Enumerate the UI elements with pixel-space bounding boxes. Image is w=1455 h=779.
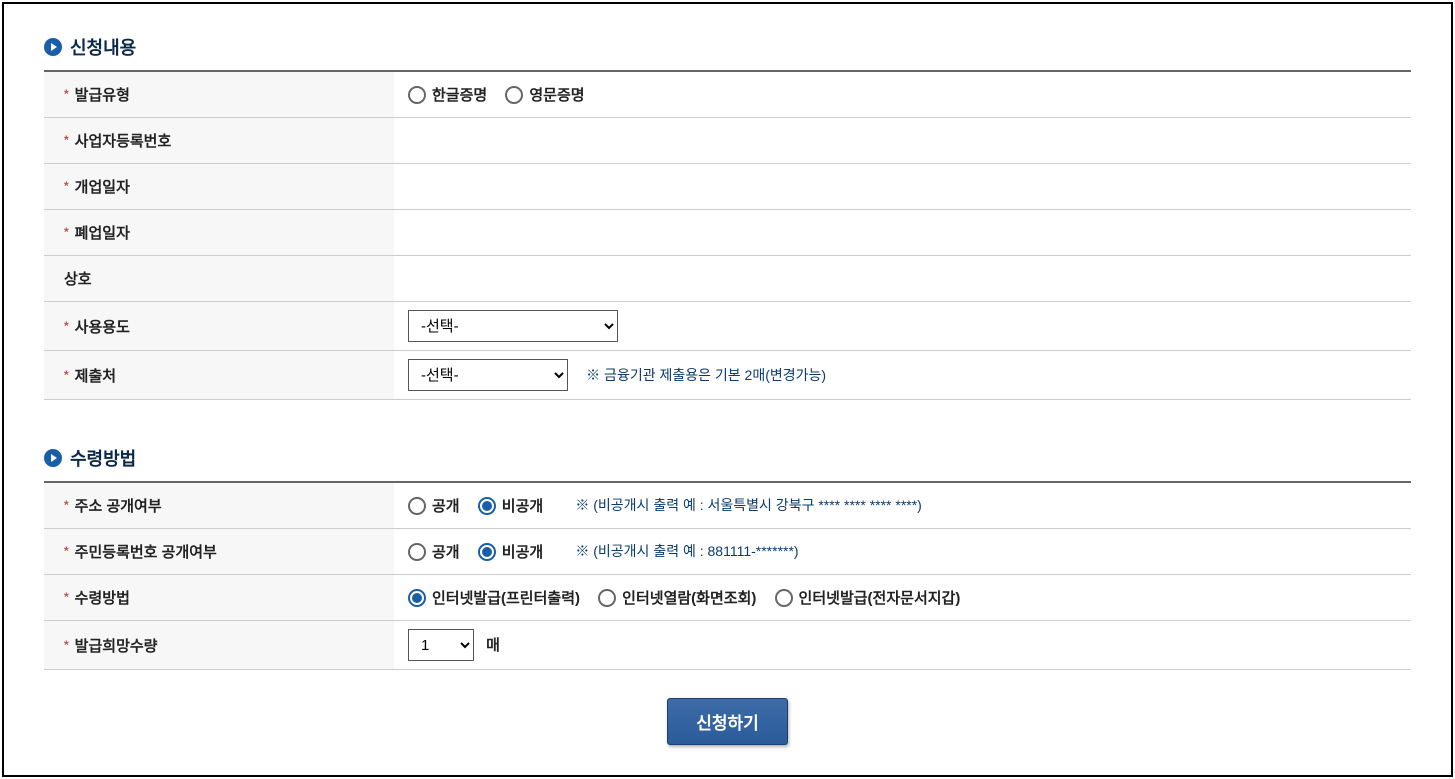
section1-header: 신청내용: [44, 34, 1411, 60]
select-submitted-to[interactable]: -선택-: [408, 359, 568, 391]
row-receive-method: *수령방법 인터넷발급(프린터출력) 인터넷열람(화면조회) 인터넷발급(전자문…: [44, 575, 1411, 621]
label-biz-reg-no: *사업자등록번호: [44, 118, 394, 164]
radio-icon: [505, 86, 523, 104]
radio-receive-wallet[interactable]: 인터넷발급(전자문서지갑): [775, 587, 961, 608]
select-purpose[interactable]: -선택-: [408, 310, 618, 342]
radio-icon: [408, 497, 426, 515]
label-close-date: *폐업일자: [44, 210, 394, 256]
value-company-name: [394, 256, 1411, 302]
value-biz-reg-no: [394, 118, 1411, 164]
radio-icon: [478, 497, 496, 515]
required-marker-icon: *: [64, 319, 69, 333]
required-marker-icon: *: [64, 179, 69, 193]
section1-title: 신청내용: [70, 34, 136, 60]
label-company-name: 상호: [44, 256, 394, 302]
radio-receive-print[interactable]: 인터넷발급(프린터출력): [408, 587, 580, 608]
required-marker-icon: *: [64, 133, 69, 147]
radio-ssn-private[interactable]: 비공개: [478, 541, 543, 562]
required-marker-icon: *: [64, 590, 69, 604]
submit-button[interactable]: 신청하기: [667, 698, 788, 745]
row-issue-type: *발급유형 한글증명 영문증명: [44, 71, 1411, 118]
value-open-date: [394, 164, 1411, 210]
label-purpose: *사용용도: [44, 302, 394, 351]
quantity-unit: 매: [486, 637, 500, 654]
note-submitted-to: ※ 금융기관 제출용은 기본 2매(변경가능): [586, 367, 826, 383]
radio-icon: [408, 543, 426, 561]
label-open-date: *개업일자: [44, 164, 394, 210]
required-marker-icon: *: [64, 87, 69, 101]
label-quantity: *발급희망수량: [44, 621, 394, 670]
required-marker-icon: *: [64, 544, 69, 558]
required-marker-icon: *: [64, 498, 69, 512]
row-close-date: *폐업일자: [44, 210, 1411, 256]
arrow-circle-icon: [44, 38, 62, 56]
required-marker-icon: *: [64, 638, 69, 652]
note-addr-disclose: ※ (비공개시 출력 예 : 서울특별시 강북구 **** **** **** …: [575, 497, 921, 513]
row-quantity: *발급희망수량 1 매: [44, 621, 1411, 670]
row-submitted-to: *제출처 -선택- ※ 금융기관 제출용은 기본 2매(변경가능): [44, 351, 1411, 400]
submit-row: 신청하기: [44, 698, 1411, 745]
radio-addr-public[interactable]: 공개: [408, 495, 460, 516]
row-company-name: 상호: [44, 256, 1411, 302]
form-container: 신청내용 *발급유형 한글증명 영문증명 *사업자등록번호: [2, 2, 1453, 777]
label-submitted-to: *제출처: [44, 351, 394, 400]
row-purpose: *사용용도 -선택-: [44, 302, 1411, 351]
radio-issue-type-english[interactable]: 영문증명: [505, 84, 584, 105]
radio-addr-private[interactable]: 비공개: [478, 495, 543, 516]
radio-issue-type-korean[interactable]: 한글증명: [408, 84, 487, 105]
row-ssn-disclose: *주민등록번호 공개여부 공개 비공개 ※ (비공개시 출력 예 : 88111…: [44, 529, 1411, 575]
section2-title: 수령방법: [70, 445, 136, 471]
radio-icon: [408, 589, 426, 607]
row-biz-reg-no: *사업자등록번호: [44, 118, 1411, 164]
select-quantity[interactable]: 1: [408, 629, 474, 661]
radio-icon: [478, 543, 496, 561]
radio-icon: [775, 589, 793, 607]
value-close-date: [394, 210, 1411, 256]
label-ssn-disclose: *주민등록번호 공개여부: [44, 529, 394, 575]
label-receive-method: *수령방법: [44, 575, 394, 621]
radio-icon: [408, 86, 426, 104]
radio-icon: [598, 589, 616, 607]
section2-table: *주소 공개여부 공개 비공개 ※ (비공개시 출력 예 : 서울특별시 강북구…: [44, 481, 1411, 670]
required-marker-icon: *: [64, 225, 69, 239]
note-ssn-disclose: ※ (비공개시 출력 예 : 881111-*******): [575, 543, 798, 559]
label-issue-type: *발급유형: [44, 71, 394, 118]
section1-table: *발급유형 한글증명 영문증명 *사업자등록번호 *개업일자: [44, 70, 1411, 400]
row-open-date: *개업일자: [44, 164, 1411, 210]
required-marker-icon: *: [64, 368, 69, 382]
row-addr-disclose: *주소 공개여부 공개 비공개 ※ (비공개시 출력 예 : 서울특별시 강북구…: [44, 482, 1411, 529]
section2-header: 수령방법: [44, 445, 1411, 471]
radio-ssn-public[interactable]: 공개: [408, 541, 460, 562]
arrow-circle-icon: [44, 449, 62, 467]
label-addr-disclose: *주소 공개여부: [44, 482, 394, 529]
radio-receive-view[interactable]: 인터넷열람(화면조회): [598, 587, 756, 608]
